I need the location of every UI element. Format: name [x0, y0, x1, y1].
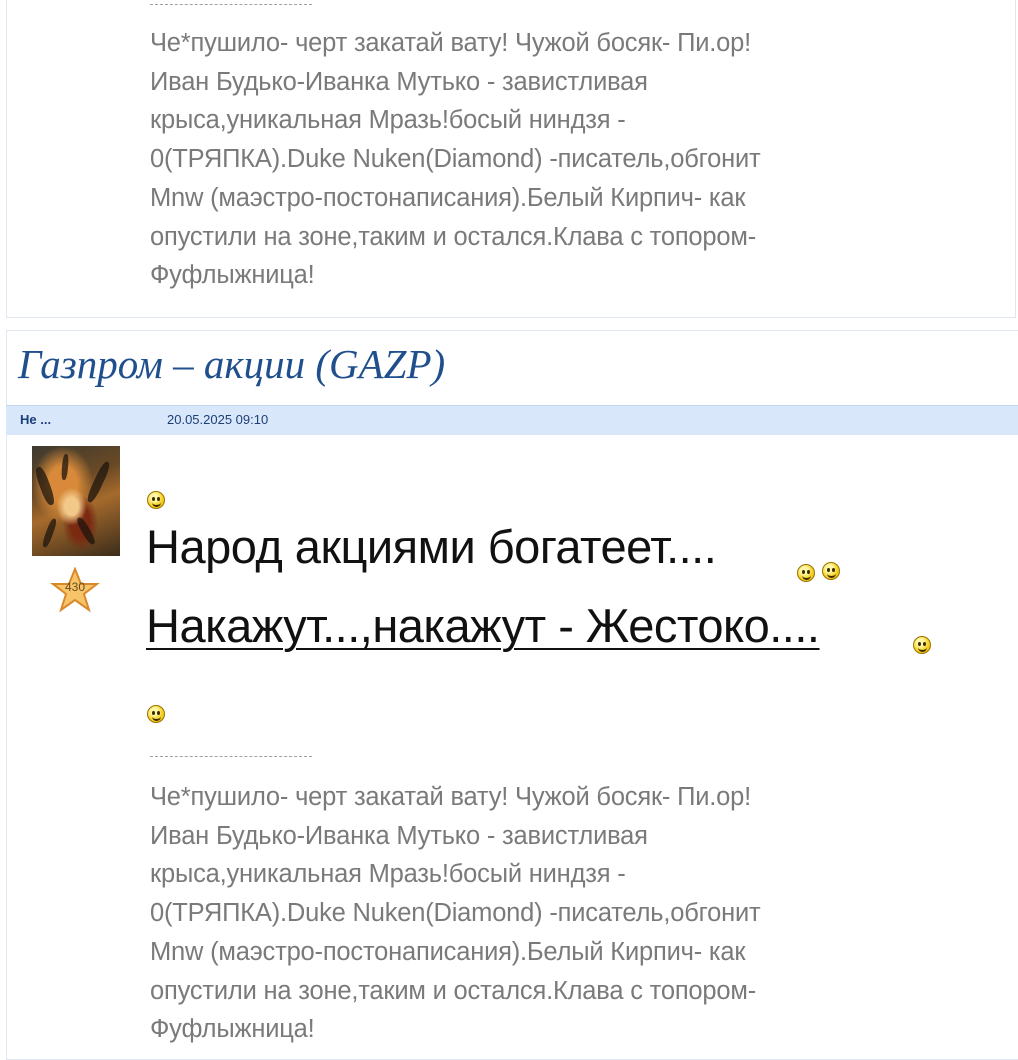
- message-text: Народ акциями богатеет....: [146, 520, 717, 573]
- previous-post-signature: Че*пушило- черт закатай вату! Чужой бося…: [150, 24, 870, 295]
- post-signature: Че*пушило- черт закатай вату! Чужой бося…: [150, 778, 870, 1049]
- signature-line: Иван Будько-Иванка Мутько - завистливая: [150, 67, 648, 96]
- smiley-icon: [913, 636, 931, 654]
- thread-title-link[interactable]: Газпром – акции (GAZP): [18, 340, 445, 388]
- message-link[interactable]: Накажут...,накажут - Жестоко....: [146, 598, 820, 653]
- signature-line: крыса,уникальная Мразь!босый ниндзя -: [150, 106, 626, 135]
- signature-line: опустили на зоне,таким и остался.Клава с…: [150, 222, 756, 251]
- author-avatar[interactable]: [32, 446, 120, 556]
- signature-separator: [150, 4, 312, 5]
- wink-smiley-icon: [147, 705, 165, 723]
- post-author-link[interactable]: Не ...: [20, 412, 51, 427]
- smiley-icon: [797, 564, 815, 582]
- signature-line: 0(ТРЯПКА).Duke Nuken(Diamond) -писатель,…: [150, 145, 761, 174]
- signature-line: крыса,уникальная Мразь!босый ниндзя -: [150, 860, 626, 889]
- smiley-icon: [822, 562, 840, 580]
- smiley-icon: [147, 491, 165, 509]
- author-rating: 430: [50, 566, 100, 613]
- post-timestamp: 20.05.2025 09:10: [167, 412, 269, 427]
- signature-line: Фуфлыжница!: [150, 1015, 315, 1044]
- signature-line: Mnw (маэстро-постонаписания).Белый Кирпи…: [150, 937, 746, 966]
- rating-value: 430: [64, 580, 86, 594]
- signature-line: Фуфлыжница!: [150, 261, 315, 290]
- post-header: Не ... 20.05.2025 09:10: [6, 405, 1018, 435]
- signature-separator: [150, 756, 312, 757]
- signature-line: Че*пушило- черт закатай вату! Чужой бося…: [150, 29, 752, 57]
- signature-line: Mnw (маэстро-постонаписания).Белый Кирпи…: [150, 183, 746, 212]
- signature-line: Че*пушило- черт закатай вату! Чужой бося…: [150, 783, 752, 811]
- signature-line: 0(ТРЯПКА).Duke Nuken(Diamond) -писатель,…: [150, 899, 761, 928]
- signature-line: Иван Будько-Иванка Мутько - завистливая: [150, 821, 648, 850]
- signature-line: опустили на зоне,таким и остался.Клава с…: [150, 976, 756, 1005]
